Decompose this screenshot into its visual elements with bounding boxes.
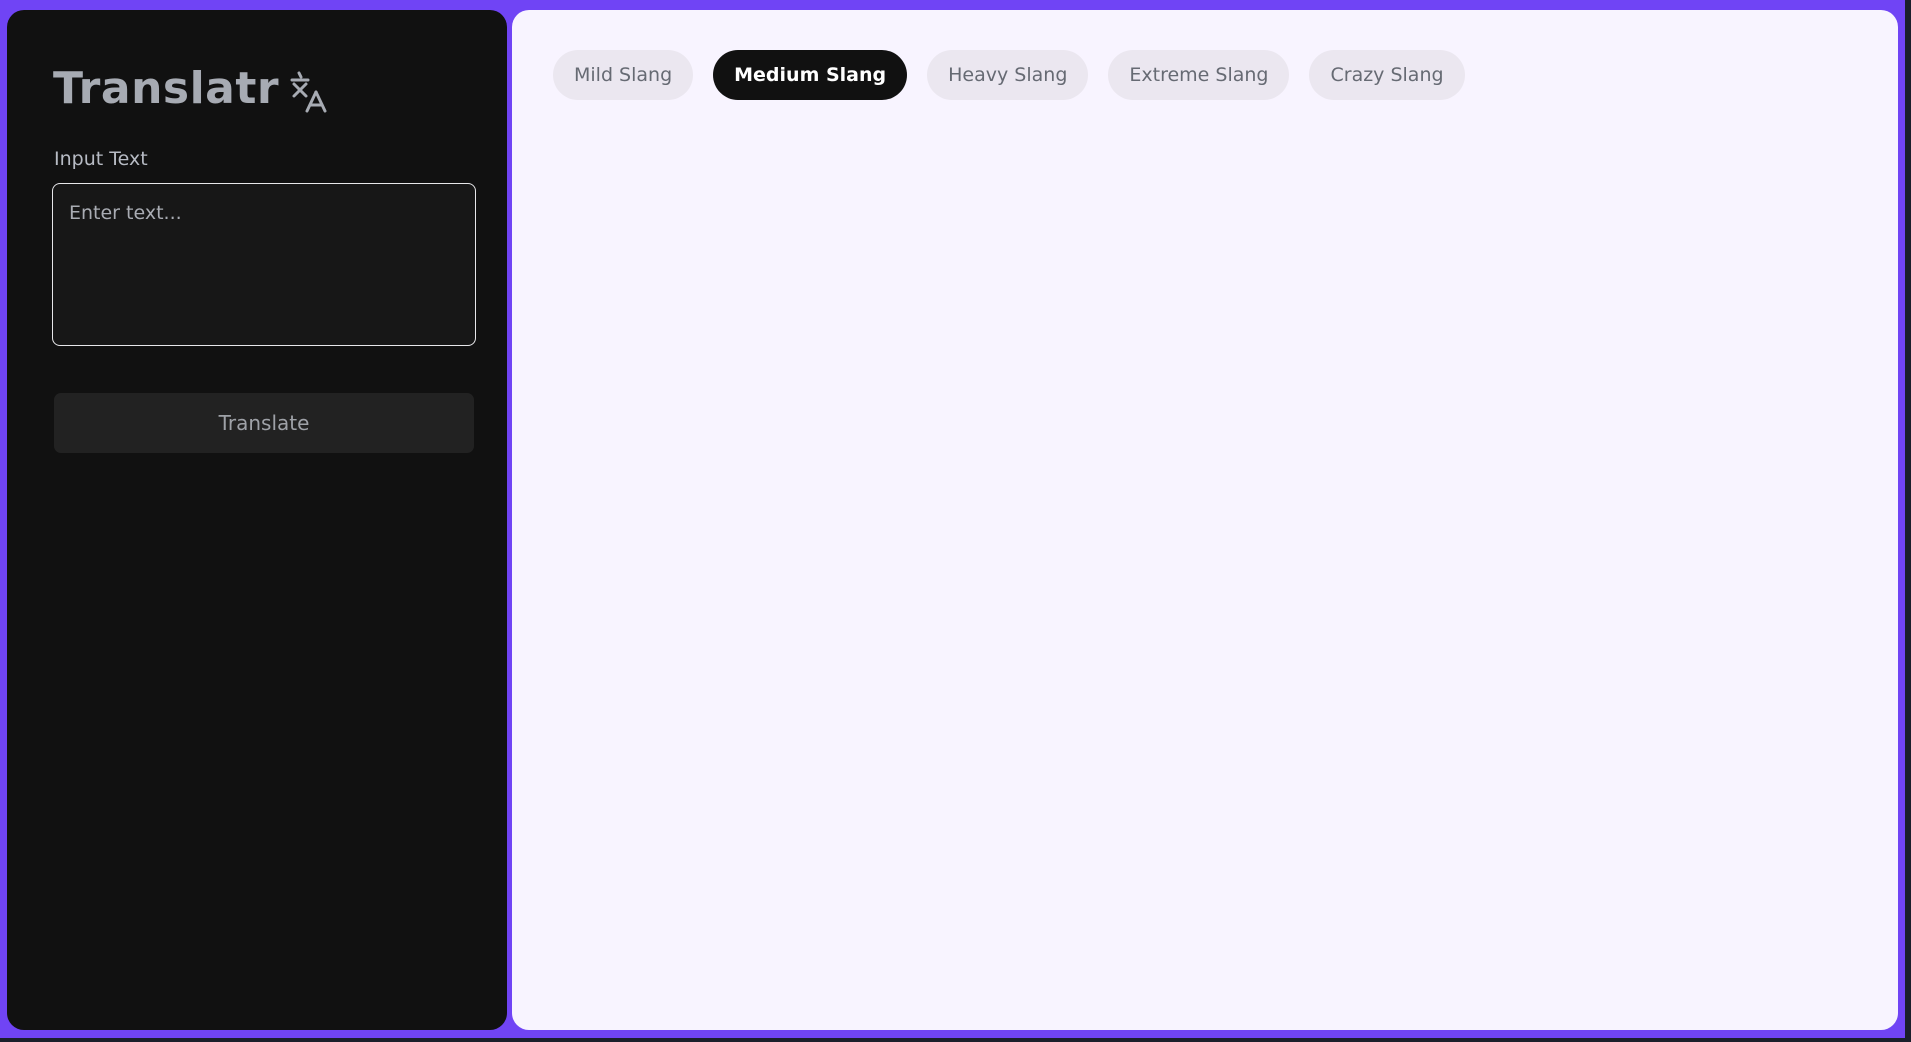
slang-level-tabs: Mild Slang Medium Slang Heavy Slang Extr…	[553, 50, 1465, 100]
sidebar: Translatr Input Text Translate	[7, 10, 507, 1030]
translate-button[interactable]: Translate	[54, 393, 474, 453]
output-panel: Mild Slang Medium Slang Heavy Slang Extr…	[512, 10, 1898, 1030]
translate-icon	[289, 70, 329, 114]
tab-crazy-slang[interactable]: Crazy Slang	[1309, 50, 1465, 100]
input-label: Input Text	[54, 148, 148, 170]
app-title: Translatr	[53, 62, 280, 114]
tab-mild-slang[interactable]: Mild Slang	[553, 50, 694, 100]
tab-heavy-slang[interactable]: Heavy Slang	[927, 50, 1089, 100]
input-textarea[interactable]	[52, 183, 476, 346]
app-frame: Translatr Input Text Translate Mild Slan…	[0, 0, 1905, 1038]
tab-medium-slang[interactable]: Medium Slang	[713, 50, 908, 100]
tab-extreme-slang[interactable]: Extreme Slang	[1108, 50, 1290, 100]
brand: Translatr	[53, 56, 329, 120]
